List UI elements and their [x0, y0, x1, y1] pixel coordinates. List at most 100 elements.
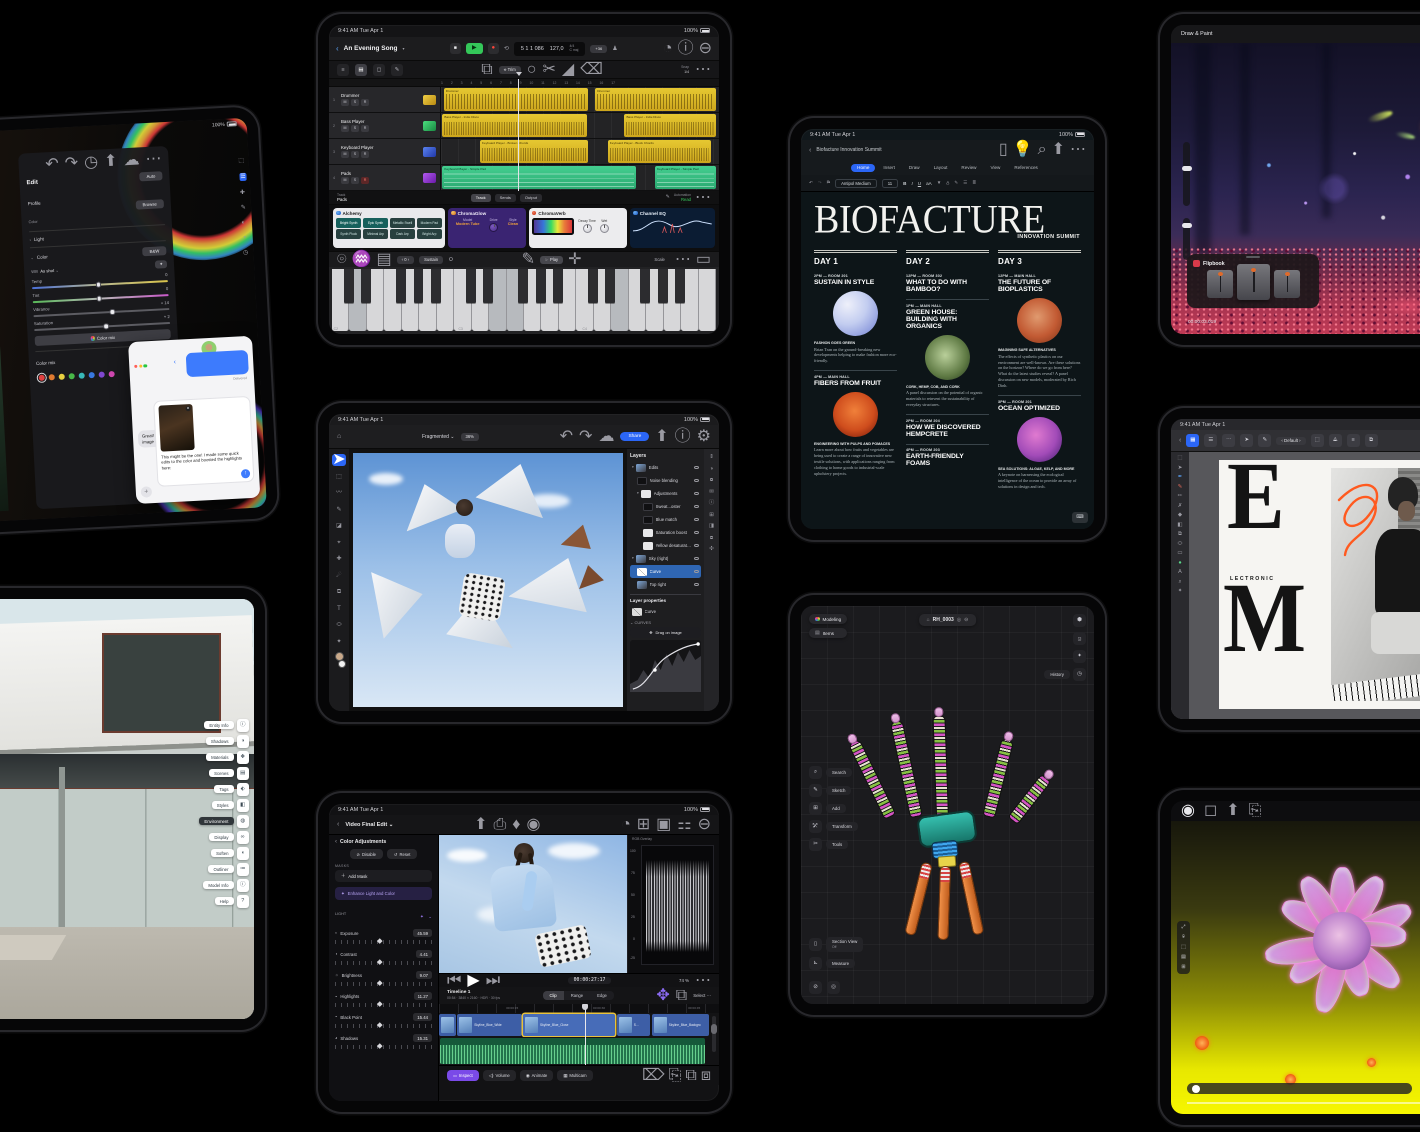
search-tool[interactable]: ⌕Search — [809, 766, 858, 779]
tracks-view-icon[interactable]: ≡ — [337, 64, 349, 76]
layer-row[interactable]: Saturation boost — [630, 526, 701, 539]
region-icon[interactable]: ⬚ — [1181, 945, 1186, 950]
send-button[interactable]: ↑ — [241, 469, 250, 478]
record-icon[interactable]: ◉ — [526, 817, 540, 833]
region[interactable]: Keyboard Player - Broken Chords — [480, 140, 588, 163]
edit-icon[interactable]: ☰ — [239, 173, 247, 181]
vertical-zoom-slider[interactable] — [712, 1016, 716, 1052]
more-icon[interactable]: ⋯ — [675, 252, 691, 268]
camera-icon[interactable]: ⌾ — [337, 252, 347, 268]
settings-icon[interactable]: ◔ — [663, 41, 673, 57]
more-icon[interactable]: ⋯ — [145, 151, 162, 168]
list-icon[interactable]: ▤ — [377, 252, 392, 268]
preset[interactable]: Bright Arp — [417, 229, 442, 239]
solo-button[interactable]: S — [351, 99, 359, 106]
regions-view-icon[interactable]: ▤ — [355, 64, 367, 76]
background-color-swatch[interactable] — [338, 660, 346, 668]
enhance-button[interactable]: ✦ Enhance Light and Color — [335, 887, 432, 900]
color-dot-purple[interactable] — [99, 372, 105, 378]
save-icon[interactable]: ⬆ — [1226, 803, 1239, 819]
shadows-button[interactable]: Shadows◑ — [199, 735, 249, 748]
history-icon[interactable]: ◷ — [1073, 668, 1086, 681]
help-button[interactable]: Help? — [199, 895, 249, 908]
crop-tool[interactable]: ⧉ — [1178, 532, 1182, 538]
contrast-slider[interactable] — [335, 961, 432, 965]
clip[interactable]: Skyline_Blue_Backgro — [652, 1014, 709, 1036]
zoom-level[interactable]: 36% — [461, 433, 479, 441]
share-icon[interactable]: ⬆ — [474, 817, 487, 833]
piano-key[interactable] — [384, 269, 401, 331]
piano-keyboard[interactable]: C2 C3 C4 — [329, 267, 719, 334]
isolate-icon[interactable]: ⊘ — [809, 981, 822, 994]
arpeggiator-icon[interactable]: ✛ — [568, 252, 581, 268]
color-dot-teal[interactable] — [79, 373, 85, 379]
fx-icon[interactable]: ✣ — [709, 547, 714, 553]
display-button[interactable]: Display∞ — [199, 831, 249, 844]
record-enable-button[interactable]: R — [361, 151, 369, 158]
layer-row[interactable]: ▾Edits — [630, 461, 701, 474]
record-enable-button[interactable]: R — [361, 125, 369, 132]
shape-tool[interactable]: ⬭ — [332, 619, 346, 631]
document-name[interactable]: Fragmented ⌄ — [422, 434, 455, 440]
visibility-icon[interactable] — [694, 518, 699, 522]
eraser-tool[interactable]: ◪ — [332, 520, 346, 532]
tab-references[interactable]: References — [1008, 164, 1044, 172]
grid-icon[interactable]: ⊞ — [1181, 965, 1185, 970]
viewer[interactable] — [439, 835, 627, 973]
mute-button[interactable]: M — [341, 125, 349, 132]
fill-tool[interactable]: ◆ — [1178, 513, 1182, 519]
menu-icon[interactable]: ☰ — [1204, 434, 1217, 447]
render-progress-slider[interactable] — [1187, 1083, 1412, 1094]
mixer-icon[interactable]: ♒ — [352, 252, 372, 268]
multicam-button[interactable]: ▦ Multicam — [557, 1070, 592, 1081]
project-title[interactable]: Video Final Edit ⌄ — [345, 822, 393, 828]
entity-info-button[interactable]: Entity Infoⓘ — [199, 719, 249, 732]
visibility-icon[interactable] — [694, 544, 699, 548]
trash-icon[interactable]: ⌦ — [642, 1068, 665, 1084]
dismiss-keyboard-button[interactable]: ⌨ — [1072, 512, 1088, 523]
frame-thumbnail[interactable] — [1207, 270, 1233, 298]
gradient-tool[interactable]: ◧ — [1177, 523, 1182, 529]
region[interactable]: Keyboard Player - Simple Pad — [442, 166, 635, 189]
color-dot-magenta[interactable] — [109, 371, 115, 377]
mode-edge[interactable]: Edge — [590, 991, 614, 1000]
drag-on-image-button[interactable]: ✥ Drag on image — [630, 627, 701, 638]
soften-button[interactable]: Soften◖ — [199, 847, 249, 860]
record-enable-button[interactable]: R — [361, 99, 369, 106]
mode-range[interactable]: Range — [564, 991, 590, 1000]
styles-button[interactable]: Styles◧ — [199, 799, 249, 812]
preset[interactable]: Modern Pad — [417, 218, 442, 228]
preset[interactable]: Minimal Arp — [363, 229, 388, 239]
redo-icon[interactable]: ↷ — [64, 156, 78, 173]
shape-tool[interactable]: ⬭ — [1178, 542, 1183, 548]
automation-mode[interactable]: AutomationRead — [674, 193, 691, 202]
track-header-drummer[interactable]: 1 Drummer MSR — [329, 87, 441, 112]
sketch-tool[interactable]: ✎Sketch — [809, 784, 858, 797]
plugin-chromaverb[interactable]: ChromaVerb Decay Time Wet — [529, 208, 627, 248]
scale-button[interactable]: Scale — [649, 256, 669, 264]
comments-icon[interactable]: ✉ — [709, 490, 714, 496]
section-view-tool[interactable]: ▯Section ViewOff — [809, 937, 863, 952]
redo-icon[interactable]: ↷ — [818, 181, 822, 186]
song-title[interactable]: An Evening Song — [344, 45, 398, 52]
bullets-icon[interactable]: ☰ — [963, 181, 967, 186]
playhead[interactable] — [518, 79, 519, 191]
piano-key[interactable] — [699, 269, 716, 331]
decay-knob[interactable]: Decay Time — [578, 219, 595, 234]
preset[interactable]: Synth Pluck — [336, 229, 361, 239]
metronome-icon[interactable]: ♟ — [612, 46, 617, 52]
add-mask-button[interactable]: ＋ Add Mask — [335, 870, 432, 882]
search-icon[interactable]: ⌕ — [1038, 142, 1047, 158]
camera-icon[interactable]: ⌾ — [1182, 935, 1185, 940]
record-enable-button[interactable]: R — [361, 177, 369, 184]
rect-tool[interactable]: ▭ — [1177, 551, 1182, 557]
plugin-channeleq[interactable]: Channel EQ — [630, 208, 715, 248]
font-size[interactable]: 11 — [882, 179, 898, 188]
share-icon[interactable]: ⬆ — [104, 154, 118, 171]
highlights-slider[interactable] — [335, 1003, 432, 1007]
type-tool[interactable]: T — [332, 603, 346, 615]
back-icon[interactable]: ‹ — [809, 147, 811, 154]
more-icon[interactable]: ⋯ — [695, 190, 711, 206]
preset[interactable]: Epic Synth — [363, 218, 388, 228]
transform-tool[interactable]: ⬚ — [332, 471, 346, 483]
